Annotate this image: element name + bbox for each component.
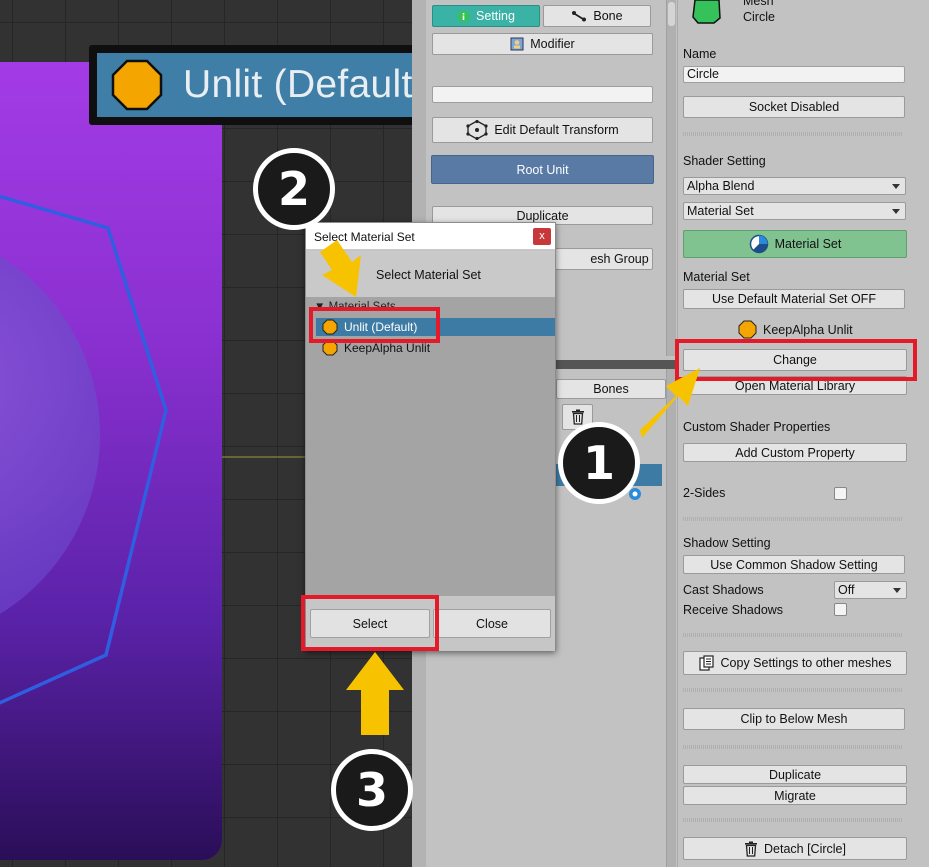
zoomed-material-label: Unlit (Default) bbox=[89, 45, 466, 125]
separator bbox=[683, 818, 903, 822]
chevron-down-icon bbox=[892, 209, 900, 214]
copy-icon bbox=[698, 655, 714, 671]
tab-bone[interactable]: Bone bbox=[543, 5, 651, 27]
material-octagon-icon bbox=[111, 59, 163, 111]
mesh-type-label: Mesh bbox=[743, 0, 774, 8]
close-button[interactable]: Close bbox=[433, 609, 551, 638]
clip-to-below-mesh-button[interactable]: Clip to Below Mesh bbox=[683, 708, 905, 730]
shadow-setting-label: Shadow Setting bbox=[683, 536, 771, 550]
mid-name-field[interactable] bbox=[432, 86, 653, 103]
receive-shadows-checkbox[interactable] bbox=[834, 603, 847, 616]
middle-scrollbar-top[interactable] bbox=[666, 0, 676, 356]
material-octagon-icon bbox=[738, 320, 757, 339]
dialog-close-x-button[interactable]: x bbox=[533, 228, 551, 245]
blend-mode-dropdown[interactable]: Alpha Blend bbox=[683, 177, 906, 195]
migrate-button[interactable]: Migrate bbox=[683, 786, 907, 805]
cast-shadows-dropdown[interactable]: Off bbox=[834, 581, 907, 599]
zoomed-material-name: Unlit (Default) bbox=[183, 63, 426, 106]
step-3-badge: 3 bbox=[331, 749, 413, 831]
detach-label: Detach [Circle] bbox=[764, 841, 846, 856]
add-custom-property-label: Add Custom Property bbox=[735, 445, 855, 460]
two-sides-label: 2-Sides bbox=[683, 486, 726, 500]
root-unit-button[interactable]: Root Unit bbox=[431, 155, 654, 184]
material-set-button-label: Material Set bbox=[774, 237, 842, 251]
use-common-shadow-button[interactable]: Use Common Shadow Setting bbox=[683, 555, 905, 574]
trash-icon bbox=[745, 841, 757, 857]
material-mode-dropdown[interactable]: Material Set bbox=[683, 202, 906, 220]
current-material-display: KeepAlpha Unlit bbox=[738, 320, 853, 339]
modifier-button[interactable]: Modifier bbox=[432, 33, 653, 55]
current-material-name: KeepAlpha Unlit bbox=[763, 322, 853, 337]
dialog-heading: Select Material Set bbox=[376, 268, 481, 282]
tab-setting-label: Setting bbox=[476, 9, 515, 23]
tab-bone-label: Bone bbox=[593, 9, 623, 23]
mid-duplicate-label: Duplicate bbox=[516, 208, 569, 223]
highlight-change-button bbox=[675, 339, 917, 381]
use-default-material-set-button[interactable]: Use Default Material Set OFF bbox=[683, 289, 905, 309]
socket-disabled-button[interactable]: Socket Disabled bbox=[683, 96, 905, 118]
step-2-badge: 2 bbox=[253, 148, 335, 230]
material-mode-value: Material Set bbox=[687, 204, 754, 218]
select-material-set-dialog: Select Material Set x Select Material Se… bbox=[305, 222, 556, 651]
step-1-badge: 1 bbox=[558, 422, 640, 504]
use-common-shadow-label: Use Common Shadow Setting bbox=[710, 557, 878, 572]
bone-icon bbox=[572, 11, 587, 22]
socket-disabled-label: Socket Disabled bbox=[748, 100, 840, 114]
middle-scrollbar-bottom[interactable] bbox=[666, 369, 676, 867]
use-default-material-set-label: Use Default Material Set OFF bbox=[712, 292, 876, 306]
receive-shadows-label: Receive Shadows bbox=[683, 603, 784, 617]
separator bbox=[683, 688, 903, 692]
trash-icon bbox=[571, 409, 584, 425]
chevron-down-icon bbox=[893, 588, 901, 593]
name-input[interactable]: Circle bbox=[683, 66, 905, 83]
add-custom-property-button[interactable]: Add Custom Property bbox=[683, 443, 907, 462]
cast-shadows-value: Off bbox=[838, 583, 855, 597]
custom-shader-properties-label: Custom Shader Properties bbox=[683, 420, 831, 434]
migrate-label: Migrate bbox=[774, 788, 816, 803]
tab-setting[interactable]: Setting bbox=[432, 5, 540, 27]
modifier-icon bbox=[510, 37, 524, 51]
copy-settings-label: Copy Settings to other meshes bbox=[720, 656, 892, 670]
mesh-group-label: esh Group bbox=[590, 252, 649, 266]
root-unit-label: Root Unit bbox=[516, 162, 569, 177]
blend-mode-value: Alpha Blend bbox=[687, 179, 755, 193]
cast-shadows-label: Cast Shadows bbox=[683, 583, 764, 597]
mesh-icon bbox=[692, 0, 721, 24]
separator bbox=[683, 517, 903, 521]
material-set-icon bbox=[749, 234, 768, 254]
copy-settings-button[interactable]: Copy Settings to other meshes bbox=[683, 651, 907, 675]
detach-button[interactable]: Detach [Circle] bbox=[683, 837, 907, 860]
name-label: Name bbox=[683, 47, 717, 61]
duplicate-mesh-label: Duplicate bbox=[768, 767, 822, 782]
bones-tab-label: Bones bbox=[593, 382, 629, 396]
bones-tab[interactable]: Bones bbox=[556, 379, 666, 399]
separator bbox=[683, 745, 903, 749]
edit-default-transform-label: Edit Default Transform bbox=[494, 123, 619, 137]
highlight-unlit-default-item bbox=[309, 307, 440, 343]
two-sides-checkbox[interactable] bbox=[834, 487, 847, 500]
material-set-label: Material Set bbox=[683, 270, 750, 284]
material-item-label: KeepAlpha Unlit bbox=[344, 341, 431, 355]
separator bbox=[683, 633, 903, 637]
dialog-title: Select Material Set bbox=[314, 230, 415, 244]
duplicate-mesh-button[interactable]: Duplicate bbox=[683, 765, 907, 784]
clip-to-below-label: Clip to Below Mesh bbox=[740, 712, 848, 726]
material-set-button[interactable]: Material Set bbox=[683, 230, 907, 258]
shader-setting-label: Shader Setting bbox=[683, 154, 766, 168]
dialog-titlebar[interactable]: Select Material Set x bbox=[306, 223, 555, 250]
modifier-label: Modifier bbox=[530, 37, 575, 51]
transform-icon bbox=[466, 120, 488, 140]
highlight-select-button bbox=[301, 595, 439, 651]
info-icon bbox=[457, 10, 470, 22]
separator bbox=[683, 132, 903, 136]
edit-default-transform-button[interactable]: Edit Default Transform bbox=[432, 117, 653, 143]
mesh-name-top: Circle bbox=[743, 10, 775, 24]
dialog-header: Select Material Set bbox=[306, 251, 555, 297]
chevron-down-icon bbox=[892, 184, 900, 189]
